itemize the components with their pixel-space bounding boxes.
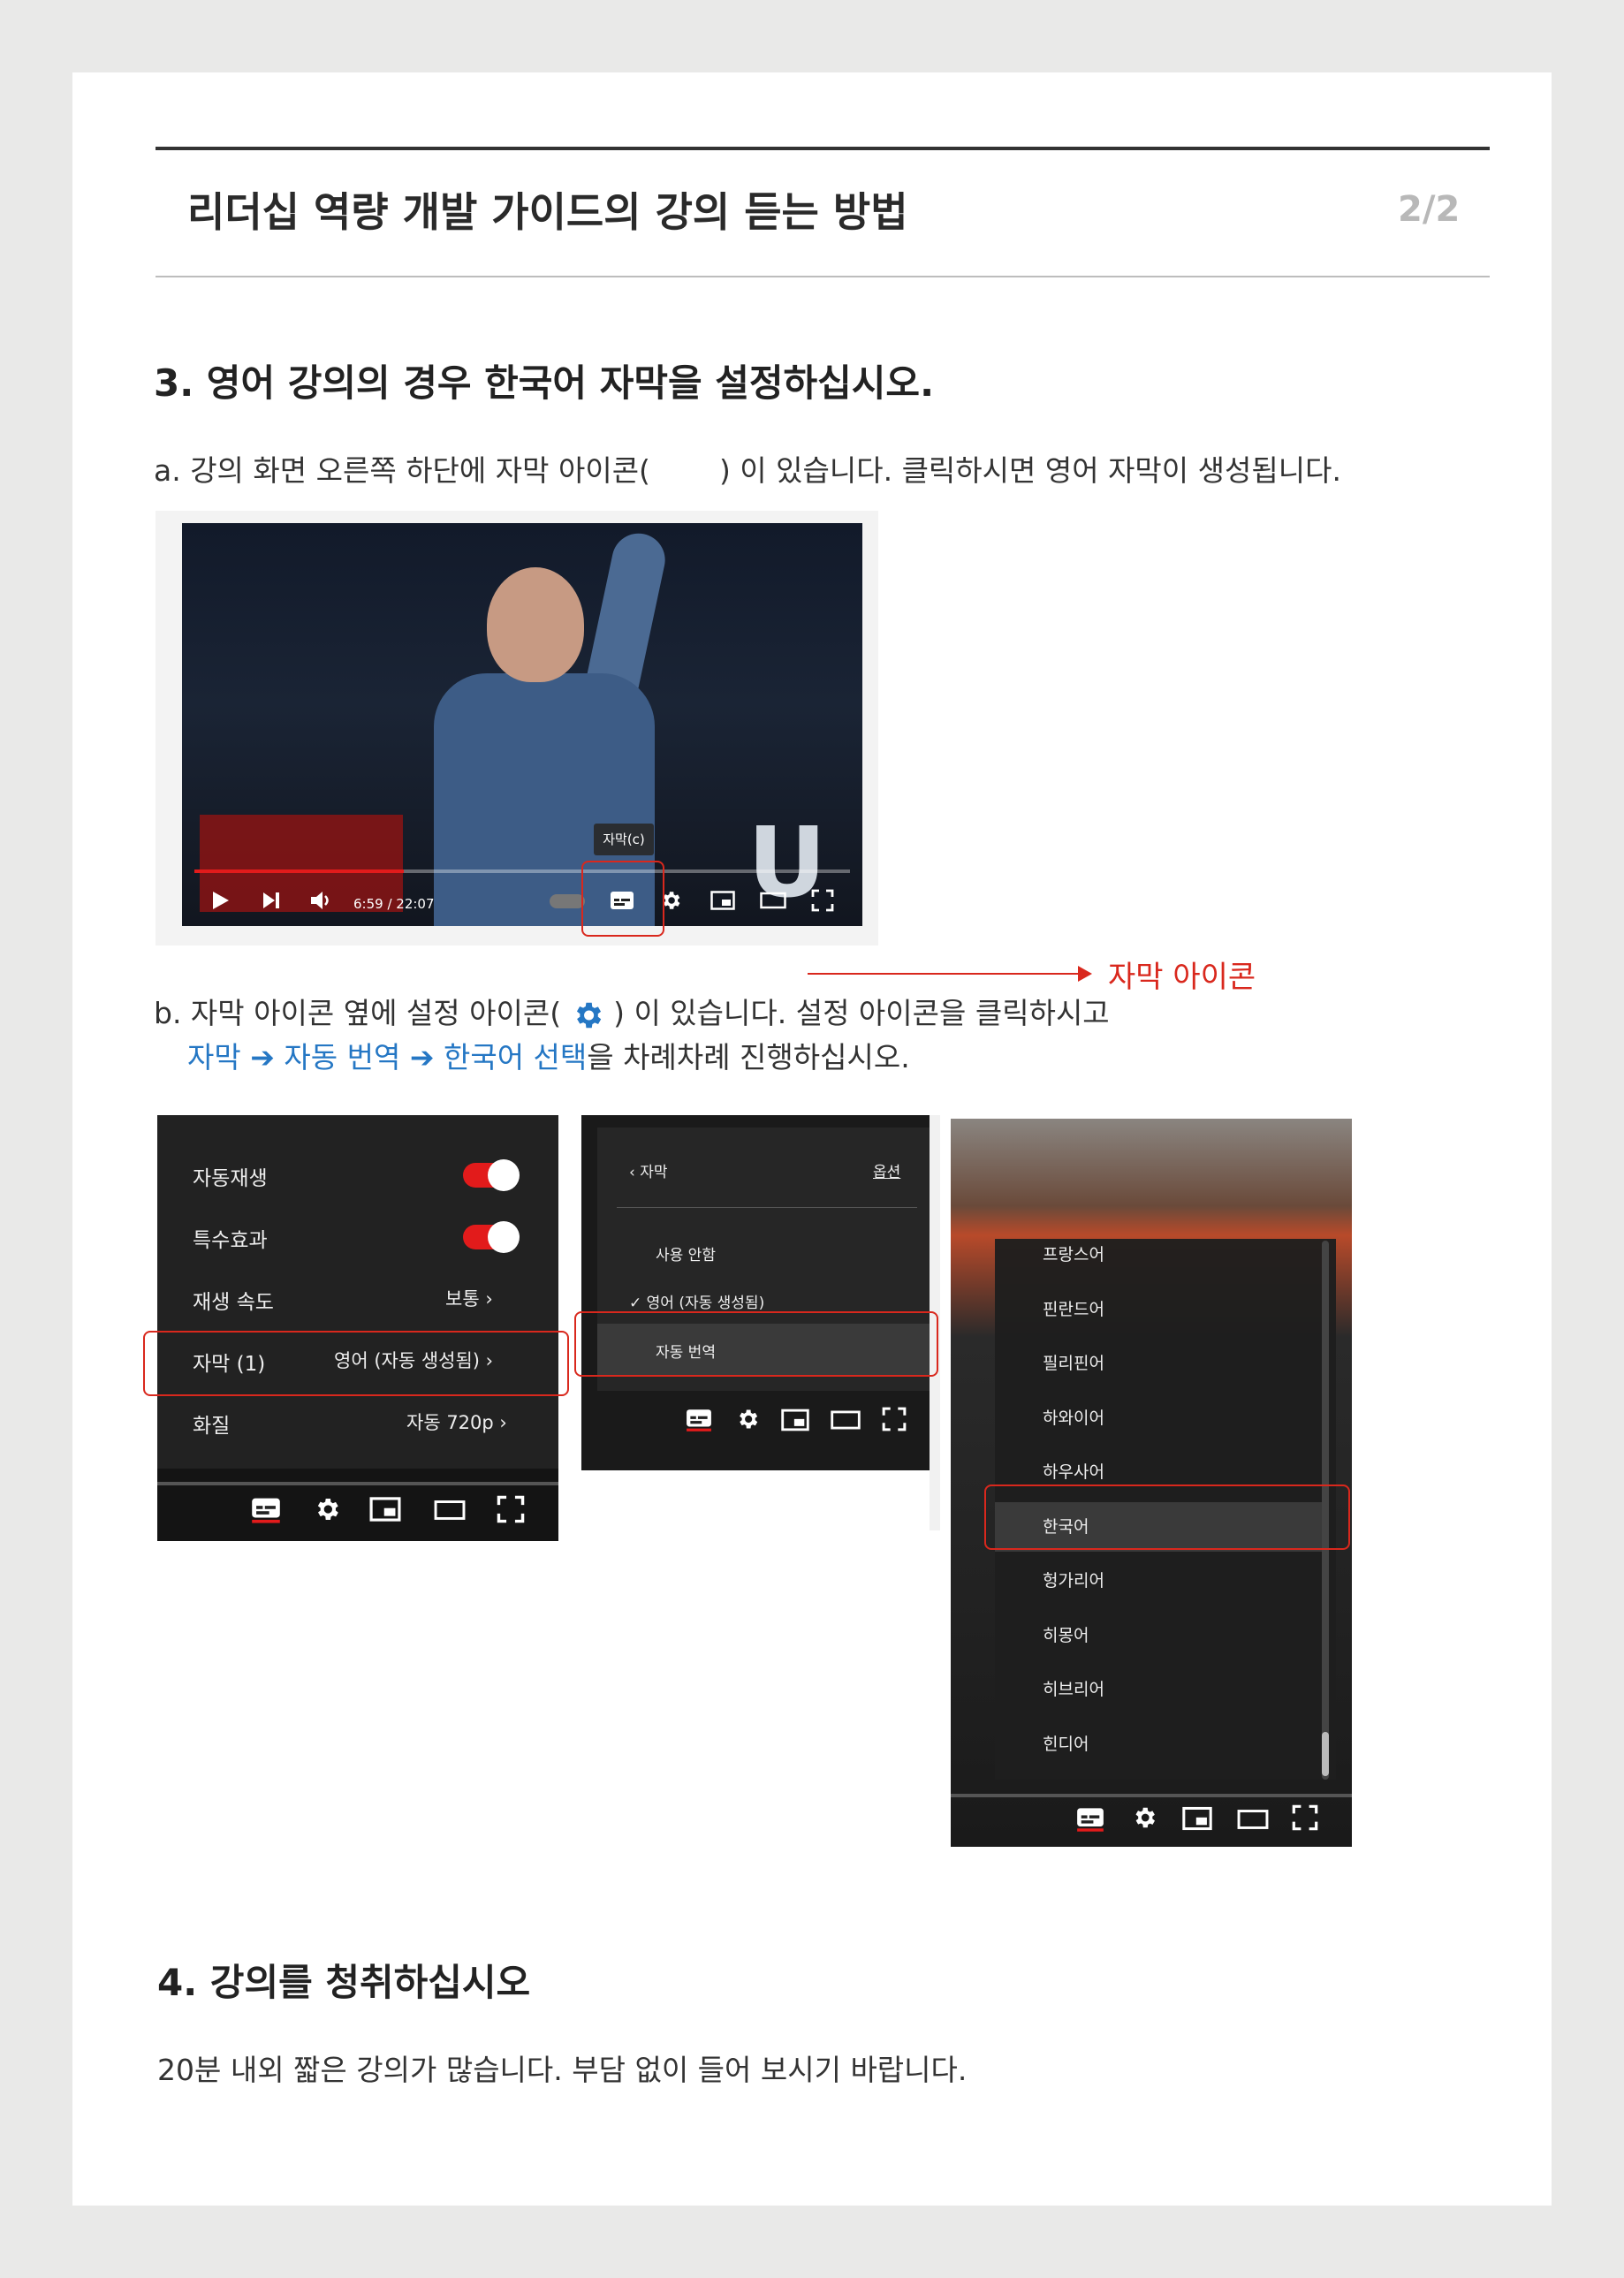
language-option[interactable]: 히브리어 (995, 1665, 1322, 1714)
subtitles-panel: ‹ 자막 옵션 사용 안함 ✓ 영어 (자동 생성됨) 자동 번역 (581, 1115, 930, 1470)
path-arrow-2: ➔ (409, 1040, 435, 1074)
page-title: 리더십 역량 개발 가이드의 강의 듣는 방법 (187, 188, 908, 236)
header-bottom-rule (156, 276, 1490, 277)
header-top-rule (156, 147, 1490, 150)
skip-next-icon[interactable] (260, 889, 283, 912)
menu-quality-value[interactable]: 자동 720p › (406, 1409, 507, 1435)
autoplay-toggle[interactable] (550, 894, 585, 908)
fullscreen-icon[interactable] (882, 1407, 907, 1431)
gear-icon[interactable] (735, 1407, 760, 1431)
path-step-subtitles: 자막 (187, 1040, 241, 1074)
effects-switch[interactable] (463, 1221, 520, 1253)
progress-bar[interactable] (194, 869, 850, 873)
gear-icon[interactable] (313, 1495, 341, 1523)
gear-icon (576, 1002, 601, 1028)
path-step-korean: 한국어 선택 (443, 1040, 588, 1074)
page-number: 2/2 (1398, 189, 1461, 230)
annotation-line (808, 973, 1083, 975)
volume-icon[interactable] (309, 889, 334, 912)
progress-fill (194, 869, 405, 873)
section-4-body: 20분 내외 짧은 강의가 많습니다. 부담 없이 들어 보시기 바랍니다. (157, 2053, 968, 2087)
step-b-line1-after: ) 이 있습니다. 설정 아이콘을 클릭하시고 (613, 996, 1110, 1030)
menu-autoplay-label: 자동재생 (193, 1167, 268, 1190)
play-icon[interactable] (209, 889, 231, 912)
theater-icon[interactable] (760, 891, 786, 910)
subtitles-back[interactable]: ‹ 자막 (629, 1159, 667, 1181)
korean-option-highlight (984, 1484, 1350, 1550)
subtitles-icon-annotation: 자막 아이콘 (1108, 960, 1256, 995)
miniplayer-icon[interactable] (1182, 1806, 1212, 1831)
section-4-heading: 4. 강의를 청취하십시오 (157, 1961, 531, 2004)
fullscreen-icon[interactable] (497, 1495, 525, 1523)
language-option[interactable]: 필리핀어 (995, 1339, 1322, 1388)
step-b-tail: 을 차례차례 진행하십시오. (587, 1040, 910, 1074)
subtitles-icon[interactable] (1076, 1806, 1104, 1833)
settings-panel: 자동재생 특수효과 재생 속도 보통 › 자막 (1) 영어 (자동 생성됨) … (157, 1115, 558, 1541)
video-player[interactable]: U 자막(c) 6:59 / 22:07 (182, 523, 862, 926)
fullscreen-icon[interactable] (811, 889, 834, 912)
language-scroll-thumb[interactable] (1322, 1732, 1329, 1776)
language-option[interactable]: 하와이어 (995, 1393, 1322, 1443)
miniplayer-icon[interactable] (369, 1497, 401, 1522)
language-option[interactable]: 핀란드어 (995, 1285, 1322, 1334)
miniplayer-icon[interactable] (781, 1409, 809, 1431)
step-b-line1-before: b. 자막 아이콘 옆에 설정 아이콘( (154, 996, 562, 1030)
theater-icon[interactable] (1237, 1808, 1269, 1831)
theater-icon[interactable] (831, 1409, 861, 1431)
language-option[interactable]: 프랑스어 (995, 1230, 1322, 1279)
theater-icon[interactable] (433, 1499, 467, 1522)
panel-progress-bar[interactable] (157, 1482, 558, 1485)
step-a-after: ) 이 있습니다. 클릭하시면 영어 자막이 생성됩니다. (718, 453, 1341, 488)
subtitles-icon[interactable] (251, 1497, 281, 1523)
autoplay-switch[interactable] (463, 1159, 520, 1191)
menu-speed-value[interactable]: 보통 › (445, 1285, 493, 1311)
subtitles-options[interactable]: 옵션 (873, 1159, 900, 1181)
path-step-auto-translate: 자동 번역 (284, 1040, 401, 1074)
subtitles-option-off[interactable]: 사용 안함 (656, 1242, 716, 1264)
fullscreen-icon[interactable] (1292, 1804, 1318, 1831)
subtitles-icon[interactable] (686, 1409, 712, 1431)
gear-icon[interactable] (1131, 1804, 1157, 1831)
language-option[interactable]: 히몽어 (995, 1611, 1322, 1660)
path-arrow-1: ➔ (250, 1040, 275, 1074)
language-option[interactable]: 헝가리어 (995, 1556, 1322, 1606)
subtitles-tooltip: 자막(c) (594, 824, 654, 855)
subtitles-icon-highlight (581, 861, 664, 937)
subtitles-row-highlight (143, 1331, 569, 1396)
miniplayer-icon[interactable] (710, 891, 735, 910)
video-time: 6:59 / 22:07 (353, 896, 435, 912)
document-page: 리더십 역량 개발 가이드의 강의 듣는 방법 2/2 3. 영어 강의의 경우… (72, 72, 1552, 2206)
menu-speed-label: 재생 속도 (193, 1291, 274, 1314)
step-a-text: a. 강의 화면 오른쪽 하단에 자막 아이콘( ) 이 있습니다. 클릭하시면 … (154, 447, 1341, 490)
speaker-head (487, 567, 584, 682)
subtitles-divider (617, 1207, 917, 1208)
step-a-before: a. 강의 화면 오른쪽 하단에 자막 아이콘( (154, 453, 650, 488)
step-b-line2: 자막 ➔ 자동 번역 ➔ 한국어 선택을 차례차례 진행하십시오. (187, 1034, 910, 1076)
auto-translate-highlight (574, 1311, 938, 1377)
section-3-heading: 3. 영어 강의의 경우 한국어 자막을 설정하십시오. (154, 361, 935, 405)
menu-effects-label: 특수효과 (193, 1229, 268, 1252)
language-panel: 프랑스어 핀란드어 필리핀어 하와이어 하우사어 한국어 헝가리어 히몽어 히브리어 힌디어 (951, 1119, 1352, 1847)
panel-progress-bar[interactable] (951, 1794, 1352, 1797)
subtitles-option-english[interactable]: ✓ 영어 (자동 생성됨) (629, 1290, 764, 1312)
menu-quality-label: 화질 (193, 1415, 231, 1438)
step-b-line1: b. 자막 아이콘 옆에 설정 아이콘( ) 이 있습니다. 설정 아이콘을 클… (154, 990, 1110, 1032)
annotation-arrowhead (1078, 966, 1092, 982)
language-option[interactable]: 힌디어 (995, 1720, 1322, 1769)
